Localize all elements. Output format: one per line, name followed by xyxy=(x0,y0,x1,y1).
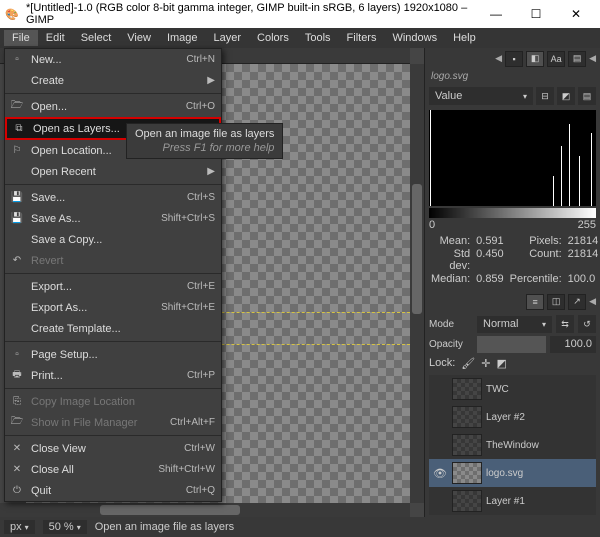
menu-new[interactable]: ▫New...Ctrl+N xyxy=(5,49,221,70)
tooltip-hint: Press F1 for more help xyxy=(135,142,274,154)
lock-alpha-icon[interactable]: ◩ xyxy=(496,357,506,370)
layer-name: logo.svg xyxy=(486,468,593,479)
menu-open-recent[interactable]: Open Recent▶ xyxy=(5,161,221,182)
menu-colors[interactable]: Colors xyxy=(249,30,297,46)
layer-thumbnail xyxy=(452,490,482,512)
opacity-slider[interactable] xyxy=(477,336,546,353)
menu-edit[interactable]: Edit xyxy=(38,30,73,46)
layer-thumbnail xyxy=(452,378,482,400)
histogram-log-button[interactable]: ◩ xyxy=(557,87,575,105)
menu-create[interactable]: Create▶ xyxy=(5,70,221,91)
layer-name: Layer #2 xyxy=(486,412,593,423)
menu-windows[interactable]: Windows xyxy=(384,30,445,46)
unit-select[interactable]: px▾ xyxy=(4,520,35,534)
lock-label: Lock: xyxy=(429,357,455,369)
lock-pixels-icon[interactable]: 🖌 xyxy=(461,357,475,370)
menu-filters[interactable]: Filters xyxy=(339,30,385,46)
mode-switch-button[interactable]: ⇆ xyxy=(556,315,574,333)
tab-document[interactable]: ▤ xyxy=(568,51,586,67)
dock-image-label: logo.svg xyxy=(425,69,600,84)
menu-help[interactable]: Help xyxy=(445,30,484,46)
histogram-stats: Mean:0.591Pixels:21814 Std dev:0.450Coun… xyxy=(431,235,594,285)
status-bar: px▾ 50 %▾ Open an image file as layers xyxy=(0,517,600,537)
layer-name: TWC xyxy=(486,384,593,395)
status-message: Open an image file as layers xyxy=(95,521,234,533)
tab-channels[interactable]: ◫ xyxy=(547,294,565,310)
layer-thumbnail xyxy=(452,406,482,428)
menu-close-all[interactable]: ✕Close AllShift+Ctrl+W xyxy=(5,459,221,480)
layer-name: TheWindow xyxy=(486,440,593,451)
close-button[interactable]: ✕ xyxy=(556,0,596,28)
tab-layers[interactable]: ≡ xyxy=(526,294,544,310)
menu-quit[interactable]: ⏻QuitCtrl+Q xyxy=(5,480,221,501)
histogram-linear-button[interactable]: ⊟ xyxy=(536,87,554,105)
opacity-label: Opacity xyxy=(429,339,473,350)
layer-row[interactable]: Layer #1 xyxy=(429,487,596,515)
histogram-gradient xyxy=(429,208,596,218)
menu-tools[interactable]: Tools xyxy=(297,30,339,46)
opacity-value[interactable]: 100.0 xyxy=(550,336,596,353)
histogram-menu-button[interactable]: ▤ xyxy=(578,87,596,105)
minimize-button[interactable]: — xyxy=(476,0,516,28)
menu-page-setup[interactable]: ▫Page Setup... xyxy=(5,344,221,365)
layer-row[interactable]: Layer #2 xyxy=(429,403,596,431)
menu-bar: File Edit Select View Image Layer Colors… xyxy=(0,28,600,48)
menu-copy-image-location[interactable]: ⎘Copy Image Location xyxy=(5,391,221,412)
menu-close-view[interactable]: ✕Close ViewCtrl+W xyxy=(5,438,221,459)
dock-tabs: ◀ ▪ ◧ Aa ▤ ◀ xyxy=(425,48,600,69)
menu-print[interactable]: 🖶Print...Ctrl+P xyxy=(5,365,221,386)
menu-layer[interactable]: Layer xyxy=(206,30,250,46)
menu-save[interactable]: 💾Save...Ctrl+S xyxy=(5,187,221,208)
scrollbar-vertical[interactable] xyxy=(410,64,424,503)
tab-histogram[interactable]: ▪ xyxy=(505,51,523,67)
menu-file[interactable]: File xyxy=(4,30,38,46)
menu-view[interactable]: View xyxy=(119,30,159,46)
tab-fonts[interactable]: Aa xyxy=(547,51,565,67)
file-menu-dropdown: ▫New...Ctrl+N Create▶ 🗁Open...Ctrl+O ⧉Op… xyxy=(4,48,222,502)
layer-row[interactable]: TWC xyxy=(429,375,596,403)
app-icon: 🎨 xyxy=(4,6,20,22)
histogram-channel-select[interactable]: Value▾ xyxy=(429,87,533,105)
menu-open[interactable]: 🗁Open...Ctrl+O xyxy=(5,96,221,117)
tooltip: Open an image file as layers Press F1 fo… xyxy=(126,123,283,159)
maximize-button[interactable]: ☐ xyxy=(516,0,556,28)
layer-row[interactable]: 👁 logo.svg xyxy=(429,459,596,487)
layer-thumbnail xyxy=(452,462,482,484)
menu-select[interactable]: Select xyxy=(73,30,120,46)
lock-position-icon[interactable]: ✛ xyxy=(481,357,490,370)
menu-show-in-file-manager[interactable]: 🗁Show in File ManagerCtrl+Alt+F xyxy=(5,412,221,433)
tab-menu-icon[interactable]: ◀ xyxy=(589,53,596,64)
layer-name: Layer #1 xyxy=(486,496,593,507)
title-bar: 🎨 *[Untitled]-1.0 (RGB color 8-bit gamma… xyxy=(0,0,600,28)
mode-reset-button[interactable]: ↺ xyxy=(578,315,596,333)
menu-save-copy[interactable]: Save a Copy... xyxy=(5,229,221,250)
menu-create-template[interactable]: Create Template... xyxy=(5,318,221,339)
layer-row[interactable]: TheWindow xyxy=(429,431,596,459)
menu-export[interactable]: Export...Ctrl+E xyxy=(5,276,221,297)
mode-label: Mode xyxy=(429,319,473,330)
histogram-plot xyxy=(429,110,596,206)
layer-thumbnail xyxy=(452,434,482,456)
tab-colors[interactable]: ◧ xyxy=(526,51,544,67)
layer-list: TWC Layer #2 TheWindow 👁 logo.svg Layer #1 xyxy=(429,375,596,515)
tab-menu-icon[interactable]: ◀ xyxy=(589,296,596,307)
window-title: *[Untitled]-1.0 (RGB color 8-bit gamma i… xyxy=(26,2,476,26)
blend-mode-select[interactable]: Normal▾ xyxy=(477,316,552,333)
tab-paths[interactable]: ↗ xyxy=(568,294,586,310)
menu-image[interactable]: Image xyxy=(159,30,206,46)
scrollbar-horizontal[interactable] xyxy=(0,503,410,517)
tab-arrow-icon[interactable]: ◀ xyxy=(495,53,502,64)
menu-export-as[interactable]: Export As...Shift+Ctrl+E xyxy=(5,297,221,318)
tooltip-text: Open an image file as layers xyxy=(135,128,274,140)
menu-revert[interactable]: ↶Revert xyxy=(5,250,221,271)
zoom-select[interactable]: 50 %▾ xyxy=(43,520,87,534)
layers-dock-tabs: ≡ ◫ ↗ ◀ xyxy=(425,291,600,312)
visibility-icon[interactable]: 👁 xyxy=(432,467,448,480)
menu-save-as[interactable]: 💾Save As...Shift+Ctrl+S xyxy=(5,208,221,229)
